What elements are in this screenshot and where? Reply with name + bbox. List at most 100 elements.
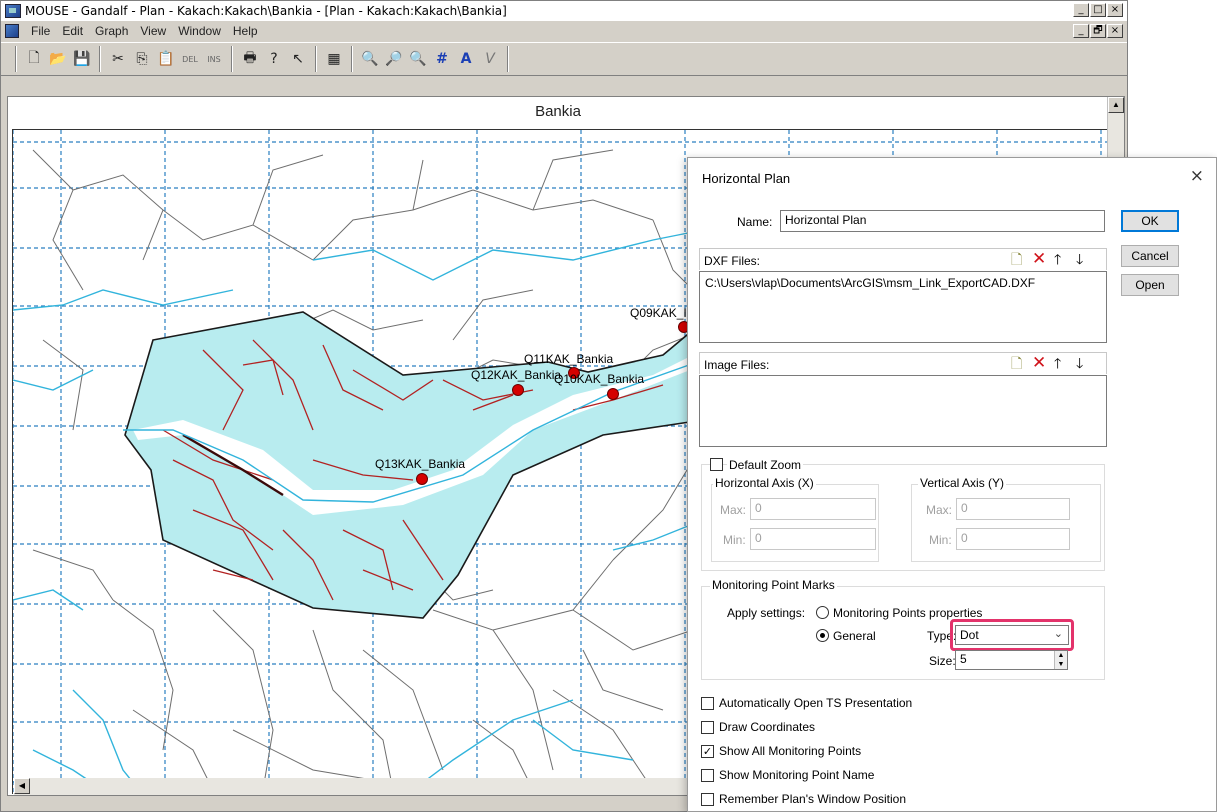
print-icon[interactable]: 🖶 xyxy=(239,48,261,70)
save-icon[interactable]: 💾 xyxy=(71,48,93,70)
horizontal-plan-dialog: Horizontal Plan × Name: Horizontal Plan … xyxy=(687,157,1217,812)
new-image-icon[interactable]: 🗋 xyxy=(1011,357,1022,371)
maximize-button[interactable]: □ xyxy=(1090,3,1106,17)
move-down-icon[interactable]: 🡓 xyxy=(1076,253,1083,267)
size-stepper[interactable]: 5 ▲ ▼ xyxy=(955,650,1068,670)
remember-position-checkbox[interactable] xyxy=(701,793,714,806)
mp-label-q12: Q12KAK_Bankia xyxy=(471,368,562,382)
radio-monitoring-properties[interactable] xyxy=(816,606,829,619)
scroll-up-icon[interactable]: ▲ xyxy=(1108,97,1124,113)
spin-arrows-icon[interactable]: ▲ ▼ xyxy=(1054,651,1067,669)
vertical-axis-label: Vertical Axis (Y) xyxy=(918,476,1007,490)
horizontal-axis-label: Horizontal Axis (X) xyxy=(713,476,816,490)
new-file-icon[interactable]: 🗋 xyxy=(23,48,45,70)
default-zoom-label: Default Zoom xyxy=(727,458,804,472)
mdi-minimize-button[interactable]: _ xyxy=(1073,24,1089,38)
menu-edit[interactable]: Edit xyxy=(56,24,89,38)
calculator-icon[interactable]: ▦ xyxy=(323,48,345,70)
copy-icon[interactable]: ⎘ xyxy=(131,48,153,70)
grid-icon[interactable]: # xyxy=(431,48,453,70)
vertical-axis-group xyxy=(911,484,1101,562)
delete-row-icon[interactable]: DEL xyxy=(179,48,201,70)
show-all-monitoring-checkbox[interactable]: ✓ xyxy=(701,745,714,758)
window-title: MOUSE - Gandalf - Plan - Kakach:Kakach\B… xyxy=(25,4,507,18)
mdi-close-button[interactable]: × xyxy=(1107,24,1123,38)
menu-window[interactable]: Window xyxy=(172,24,227,38)
image-move-down-icon[interactable]: 🡓 xyxy=(1076,357,1083,371)
draw-coordinates-checkbox[interactable] xyxy=(701,721,714,734)
minimize-button[interactable]: _ xyxy=(1073,3,1089,17)
dxf-files-list[interactable]: C:\Users\vlap\Documents\ArcGIS\msm_Link_… xyxy=(699,271,1107,343)
cancel-button[interactable]: Cancel xyxy=(1121,245,1179,267)
horizontal-axis-group xyxy=(711,484,879,562)
scroll-left-icon[interactable]: ◀ xyxy=(14,778,30,794)
image-files-list[interactable] xyxy=(699,375,1107,447)
mp-dot-q10[interactable] xyxy=(607,388,619,400)
vmin-label: Min: xyxy=(929,533,952,547)
hmin-field[interactable]: 0 xyxy=(750,528,876,550)
radio-general-label: General xyxy=(833,629,876,643)
ok-button[interactable]: OK xyxy=(1121,210,1179,232)
mp-label-q09: Q09KAK_I xyxy=(630,306,687,320)
show-all-monitoring-label: Show All Monitoring Points xyxy=(719,744,862,758)
document-icon[interactable] xyxy=(5,24,19,38)
check-icon[interactable]: V xyxy=(479,48,501,70)
radio-monitoring-properties-label: Monitoring Points properties xyxy=(833,606,983,620)
dialog-title: Horizontal Plan xyxy=(702,171,791,186)
menu-view[interactable]: View xyxy=(134,24,172,38)
mp-dot-q13[interactable] xyxy=(416,473,428,485)
dxf-files-label: DXF Files: xyxy=(704,254,761,268)
auto-open-ts-label: Automatically Open TS Presentation xyxy=(719,696,913,710)
hmax-field[interactable]: 0 xyxy=(750,498,876,520)
hmin-label: Min: xyxy=(723,533,746,547)
auto-open-ts-checkbox[interactable] xyxy=(701,697,714,710)
delete-image-icon[interactable]: ✕ xyxy=(1032,355,1046,372)
mdi-restore-button[interactable]: 🗗 xyxy=(1090,24,1106,38)
monitoring-point-marks-label: Monitoring Point Marks xyxy=(710,578,837,592)
menu-bar: File Edit Graph View Window Help _ 🗗 × xyxy=(1,21,1127,41)
app-icon xyxy=(5,4,21,18)
cut-icon[interactable]: ✂ xyxy=(107,48,129,70)
show-mp-name-checkbox[interactable] xyxy=(701,769,714,782)
name-label: Name: xyxy=(737,215,773,229)
text-icon[interactable]: A xyxy=(455,48,477,70)
open-folder-icon[interactable]: 📂 xyxy=(47,48,69,70)
size-label: Size: xyxy=(929,654,956,668)
vmin-field[interactable]: 0 xyxy=(956,528,1070,550)
name-field[interactable]: Horizontal Plan xyxy=(780,210,1105,232)
close-button[interactable]: × xyxy=(1107,3,1123,17)
insert-row-icon[interactable]: INS xyxy=(203,48,225,70)
size-value: 5 xyxy=(960,652,967,666)
apply-settings-label: Apply settings: xyxy=(727,606,806,620)
image-move-up-icon[interactable]: 🡑 xyxy=(1054,357,1061,371)
hmax-label: Max: xyxy=(720,503,747,517)
default-zoom-checkbox[interactable] xyxy=(710,458,723,471)
horizontal-scrollbar[interactable]: ◀ xyxy=(14,778,704,795)
context-help-icon[interactable]: ↖ xyxy=(287,48,309,70)
new-file-icon[interactable]: 🗋 xyxy=(1011,253,1022,267)
menu-help[interactable]: Help xyxy=(227,24,264,38)
menu-graph[interactable]: Graph xyxy=(89,24,134,38)
remember-position-label: Remember Plan's Window Position xyxy=(719,792,907,806)
paste-icon[interactable]: 📋 xyxy=(155,48,177,70)
zoom-window-icon[interactable]: 🔍 xyxy=(407,48,429,70)
mp-label-q13: Q13KAK_Bankia xyxy=(375,457,466,471)
menu-file[interactable]: File xyxy=(25,24,56,38)
zoom-in-icon[interactable]: 🔎 xyxy=(383,48,405,70)
toolbar: 🗋 📂 💾 ✂ ⎘ 📋 DEL INS 🖶 ? ↖ ▦ 🔍 🔎 🔍 # A V xyxy=(1,42,1127,76)
mp-label-q11: Q11KAK_Bankia xyxy=(524,352,614,366)
delete-icon[interactable]: ✕ xyxy=(1032,251,1046,268)
dxf-file-item[interactable]: C:\Users\vlap\Documents\ArcGIS\msm_Link_… xyxy=(705,276,1035,290)
move-up-icon[interactable]: 🡑 xyxy=(1054,253,1061,267)
mp-label-q10: Q10KAK_Bankia xyxy=(554,372,645,386)
mp-dot-q12[interactable] xyxy=(512,384,524,396)
vmax-label: Max: xyxy=(926,503,953,517)
radio-general[interactable] xyxy=(816,629,829,642)
plot-title: Bankia xyxy=(535,103,581,120)
help-icon[interactable]: ? xyxy=(263,48,285,70)
open-button[interactable]: Open xyxy=(1121,274,1179,296)
type-select-highlight xyxy=(950,619,1074,651)
vmax-field[interactable]: 0 xyxy=(956,498,1070,520)
dialog-close-icon[interactable]: × xyxy=(1190,166,1204,186)
zoom-out-icon[interactable]: 🔍 xyxy=(359,48,381,70)
